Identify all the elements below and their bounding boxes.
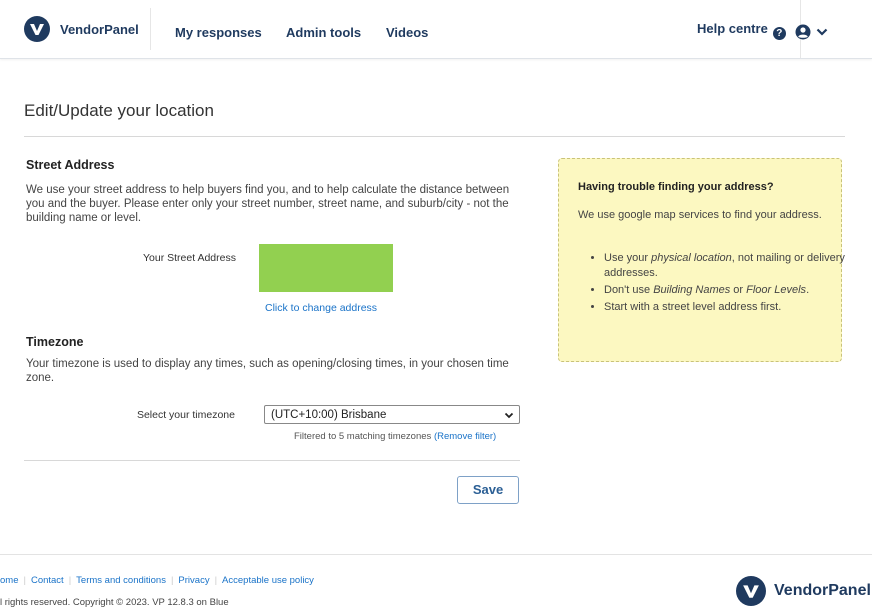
nav-admin-tools[interactable]: Admin tools — [286, 0, 361, 58]
remove-filter-link[interactable]: (Remove filter) — [434, 431, 496, 442]
street-address-description: We use your street address to help buyer… — [26, 184, 510, 224]
divider — [24, 460, 520, 461]
divider — [24, 136, 845, 137]
change-address-link[interactable]: Click to change address — [265, 302, 377, 314]
user-menu[interactable] — [795, 24, 828, 40]
brand-name: VendorPanel — [60, 21, 139, 37]
help-tip-physical-location: Use your physical location, not mailing … — [604, 251, 854, 281]
timezone-selected-value: (UTC+10:00) Brisbane — [271, 409, 387, 421]
timezone-description: Your timezone is used to display any tim… — [26, 358, 509, 384]
timezone-filter-note: Filtered to 5 matching timezones (Remove… — [294, 431, 496, 442]
help-tip-street-level: Start with a street level address first. — [604, 300, 854, 315]
brand-home-link[interactable]: VendorPanel — [10, 8, 151, 50]
page-title: Edit/Update your location — [24, 101, 214, 120]
footer-links: ome | Contact | Terms and conditions | Privacy… — [0, 575, 314, 586]
timezone-select[interactable]: (UTC+10:00) Brisbane — [264, 405, 520, 424]
address-help-panel: Having trouble finding your address? We … — [558, 158, 845, 362]
chevron-down-icon — [504, 412, 514, 419]
filter-note-text: Filtered to 5 matching timezones — [294, 431, 432, 442]
street-address-label: Your Street Address — [142, 252, 236, 264]
footer-link-contact[interactable]: Contact — [31, 575, 64, 586]
nav-my-responses[interactable]: My responses — [175, 0, 262, 58]
street-address-preview[interactable] — [259, 244, 393, 292]
footer-link-privacy[interactable]: Privacy — [178, 575, 209, 586]
timezone-label: Select your timezone — [136, 409, 235, 421]
help-tip-building-names: Don't use Building Names or Floor Levels… — [604, 283, 854, 298]
help-panel-text: We use google map services to find your … — [578, 209, 822, 221]
footer-logo: VendorPanel — [736, 576, 871, 606]
footer-copyright: l rights reserved. Copyright © 2023. VP … — [0, 597, 229, 608]
vendorpanel-logo-icon — [24, 16, 50, 42]
footer-link-home[interactable]: ome — [0, 575, 18, 586]
chevron-down-icon — [816, 28, 828, 36]
question-circle-icon: ? — [772, 26, 786, 40]
help-centre-label: Help centre — [697, 21, 768, 36]
help-panel-list: Use your physical location, not mailing … — [584, 251, 854, 317]
help-centre-link[interactable]: Help centre ? — [697, 0, 801, 58]
footer-divider — [0, 554, 872, 555]
footer-link-acceptable-use[interactable]: Acceptable use policy — [222, 575, 314, 586]
timezone-heading: Timezone — [26, 335, 84, 349]
nav-videos[interactable]: Videos — [386, 0, 428, 58]
vendorpanel-logo-icon — [736, 576, 766, 606]
street-address-heading: Street Address — [26, 158, 115, 172]
save-button[interactable]: Save — [457, 476, 519, 504]
footer-link-terms[interactable]: Terms and conditions — [76, 575, 166, 586]
help-panel-title: Having trouble finding your address? — [578, 181, 774, 193]
user-circle-icon — [795, 24, 811, 40]
top-navbar: VendorPanel My responses Admin tools Vid… — [0, 0, 872, 59]
footer-brand-name: VendorPanel — [774, 582, 871, 599]
